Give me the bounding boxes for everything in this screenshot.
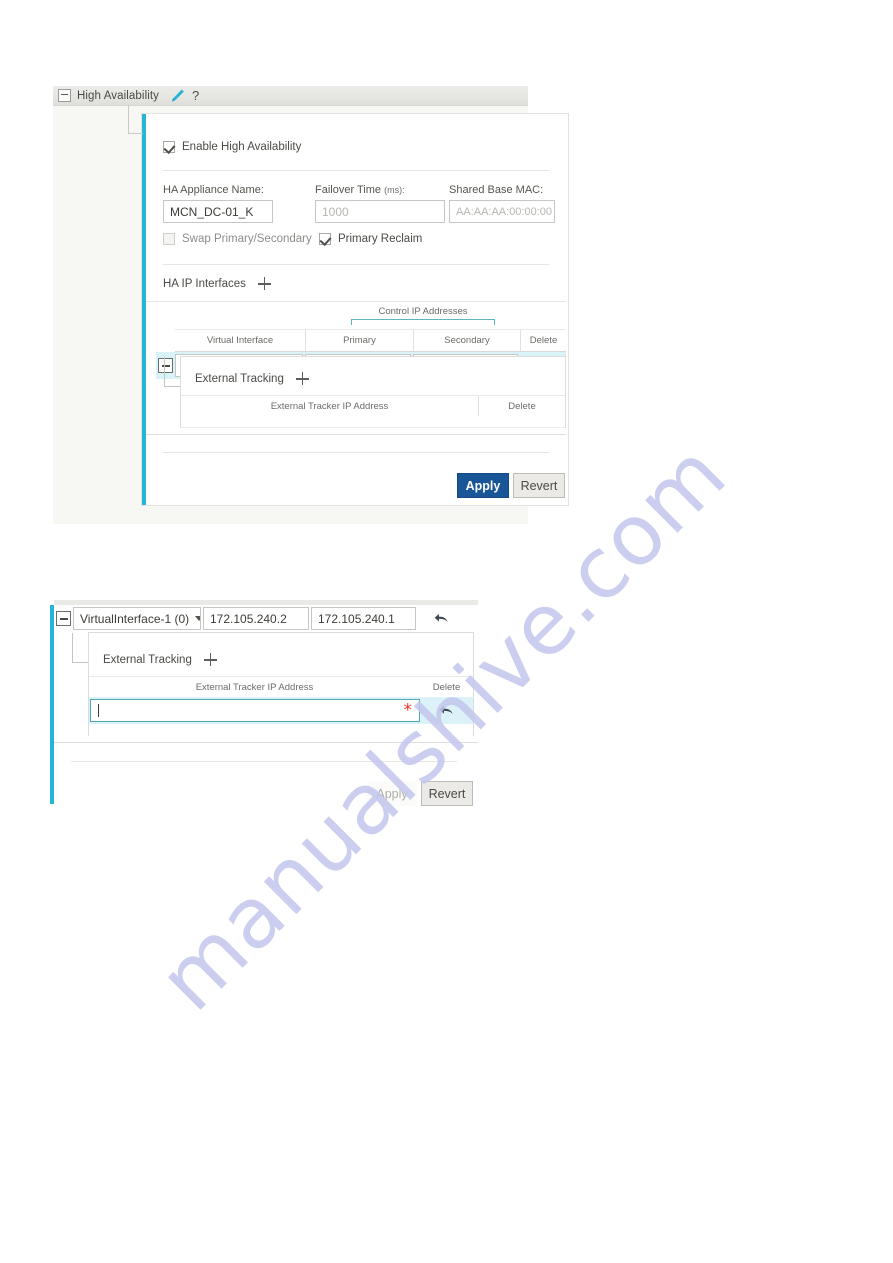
swap-primary-secondary-row[interactable]: Swap Primary/Secondary — [163, 233, 312, 245]
row-expander-cell[interactable] — [54, 605, 73, 632]
divider — [163, 170, 549, 171]
ha-appliance-name-field: HA Appliance Name: MCN_DC-01_K — [163, 184, 273, 223]
minus-box-icon[interactable] — [58, 89, 71, 102]
control-ip-addresses-label: Control IP Addresses — [378, 306, 468, 317]
enable-high-availability-checkbox[interactable] — [163, 141, 175, 153]
external-tracking-table-header: External Tracker IP Address Delete — [181, 395, 565, 417]
subpanel-connector — [164, 357, 181, 387]
external-tracking-title: External Tracking — [195, 372, 284, 385]
failover-time-label-text: Failover Time — [315, 184, 382, 196]
primary-ip-input[interactable]: 172.105.240.2 — [203, 607, 309, 630]
pencil-icon[interactable] — [170, 89, 185, 103]
column-header-primary: Primary — [305, 330, 413, 351]
panel-titlebar: High Availability ? — [53, 86, 528, 106]
divider — [146, 301, 566, 302]
primary-reclaim-label: Primary Reclaim — [338, 233, 423, 245]
column-header-delete: Delete — [432, 681, 461, 693]
virtual-interface-value: VirtualInterface-1 (0) — [80, 611, 190, 626]
ha-appliance-name-label: HA Appliance Name: — [163, 184, 264, 196]
divider — [163, 264, 549, 265]
external-tracker-new-row: * — [89, 697, 473, 724]
chevron-down-icon — [195, 616, 200, 621]
external-tracking-empty-body — [181, 416, 565, 428]
panel-content: Enable High Availability HA Appliance Na… — [141, 113, 569, 506]
ha-ip-interfaces-title: HA IP Interfaces — [163, 277, 246, 290]
column-header-delete: Delete — [478, 395, 565, 417]
external-tracking-header: External Tracking — [195, 372, 309, 385]
virtual-interface-select[interactable]: VirtualInterface-1 (0) — [73, 607, 201, 630]
failover-time-label: Failover Time (ms): — [315, 184, 445, 196]
apply-button[interactable]: Apply — [367, 781, 417, 806]
failover-time-input[interactable]: 1000 — [315, 200, 445, 223]
external-tracking-title: External Tracking — [103, 653, 192, 666]
question-mark-icon[interactable]: ? — [192, 89, 199, 102]
delete-row-button[interactable] — [418, 605, 464, 632]
external-tracking-header: External Tracking — [103, 653, 217, 666]
plus-icon[interactable] — [295, 372, 309, 385]
column-header-delete: Delete — [520, 330, 566, 351]
group-bracket-line — [351, 319, 495, 325]
apply-button[interactable]: Apply — [457, 473, 509, 498]
external-tracking-subpanel: External Tracking External Tracker IP Ad… — [88, 632, 474, 736]
revert-button[interactable]: Revert — [421, 781, 473, 806]
column-header-external-tracker-ip: External Tracker IP Address — [195, 681, 314, 693]
plus-icon[interactable] — [203, 653, 217, 666]
undo-arrow-icon — [434, 613, 448, 623]
footer-divider — [71, 761, 457, 762]
external-tracking-table-header: External Tracker IP Address Delete — [89, 676, 473, 698]
failover-time-unit: (ms): — [384, 185, 405, 195]
column-header-external-tracker-ip: External Tracker IP Address — [270, 400, 389, 412]
shared-base-mac-label: Shared Base MAC: — [449, 184, 544, 196]
failover-time-field: Failover Time (ms): 1000 — [315, 184, 445, 223]
column-header-secondary: Secondary — [413, 330, 520, 351]
external-tracking-detail-panel: VirtualInterface-1 (0) 172.105.240.2 172… — [50, 600, 478, 806]
plus-icon[interactable] — [257, 277, 271, 290]
required-field-asterisk: * — [403, 700, 413, 720]
enable-high-availability-row[interactable]: Enable High Availability — [163, 141, 301, 153]
delete-tracker-button[interactable] — [420, 704, 473, 717]
ha-appliance-name-input[interactable]: MCN_DC-01_K — [163, 200, 273, 223]
primary-reclaim-row[interactable]: Primary Reclaim — [319, 233, 422, 245]
undo-arrow-icon — [439, 705, 453, 715]
primary-reclaim-checkbox[interactable] — [319, 233, 331, 245]
high-availability-panel: High Availability ? Enable High Availabi… — [53, 86, 569, 524]
divider — [146, 434, 566, 435]
divider — [54, 742, 478, 743]
footer-divider — [163, 452, 549, 453]
ha-ip-interfaces-header: HA IP Interfaces — [163, 277, 271, 290]
table-header-row: Virtual Interface Primary Secondary Dele… — [175, 329, 566, 352]
panel-connector — [128, 105, 143, 134]
text-cursor — [98, 704, 99, 717]
panel2-content: VirtualInterface-1 (0) 172.105.240.2 172… — [54, 605, 478, 806]
enable-high-availability-label: Enable High Availability — [182, 141, 302, 153]
shared-base-mac-input[interactable]: AA:AA:AA:00:00:00 — [449, 200, 555, 223]
secondary-ip-input[interactable]: 172.105.240.1 — [311, 607, 416, 630]
shared-base-mac-field: Shared Base MAC: AA:AA:AA:00:00:00 — [449, 184, 555, 223]
swap-primary-secondary-checkbox[interactable] — [163, 233, 175, 245]
page-title: High Availability — [77, 89, 160, 102]
table-row: VirtualInterface-1 (0) 172.105.240.2 172… — [54, 605, 478, 632]
external-tracker-ip-input[interactable]: * — [90, 699, 420, 722]
subpanel-filler — [89, 724, 473, 736]
external-tracking-subpanel: External Tracking External Tracker IP Ad… — [180, 356, 566, 428]
control-ip-addresses-group: Control IP Addresses — [351, 306, 495, 326]
swap-primary-secondary-label: Swap Primary/Secondary — [182, 233, 312, 245]
minus-box-icon[interactable] — [56, 611, 71, 626]
subpanel-connector — [72, 633, 89, 663]
revert-button[interactable]: Revert — [513, 473, 565, 498]
column-header-virtual-interface: Virtual Interface — [206, 335, 274, 346]
